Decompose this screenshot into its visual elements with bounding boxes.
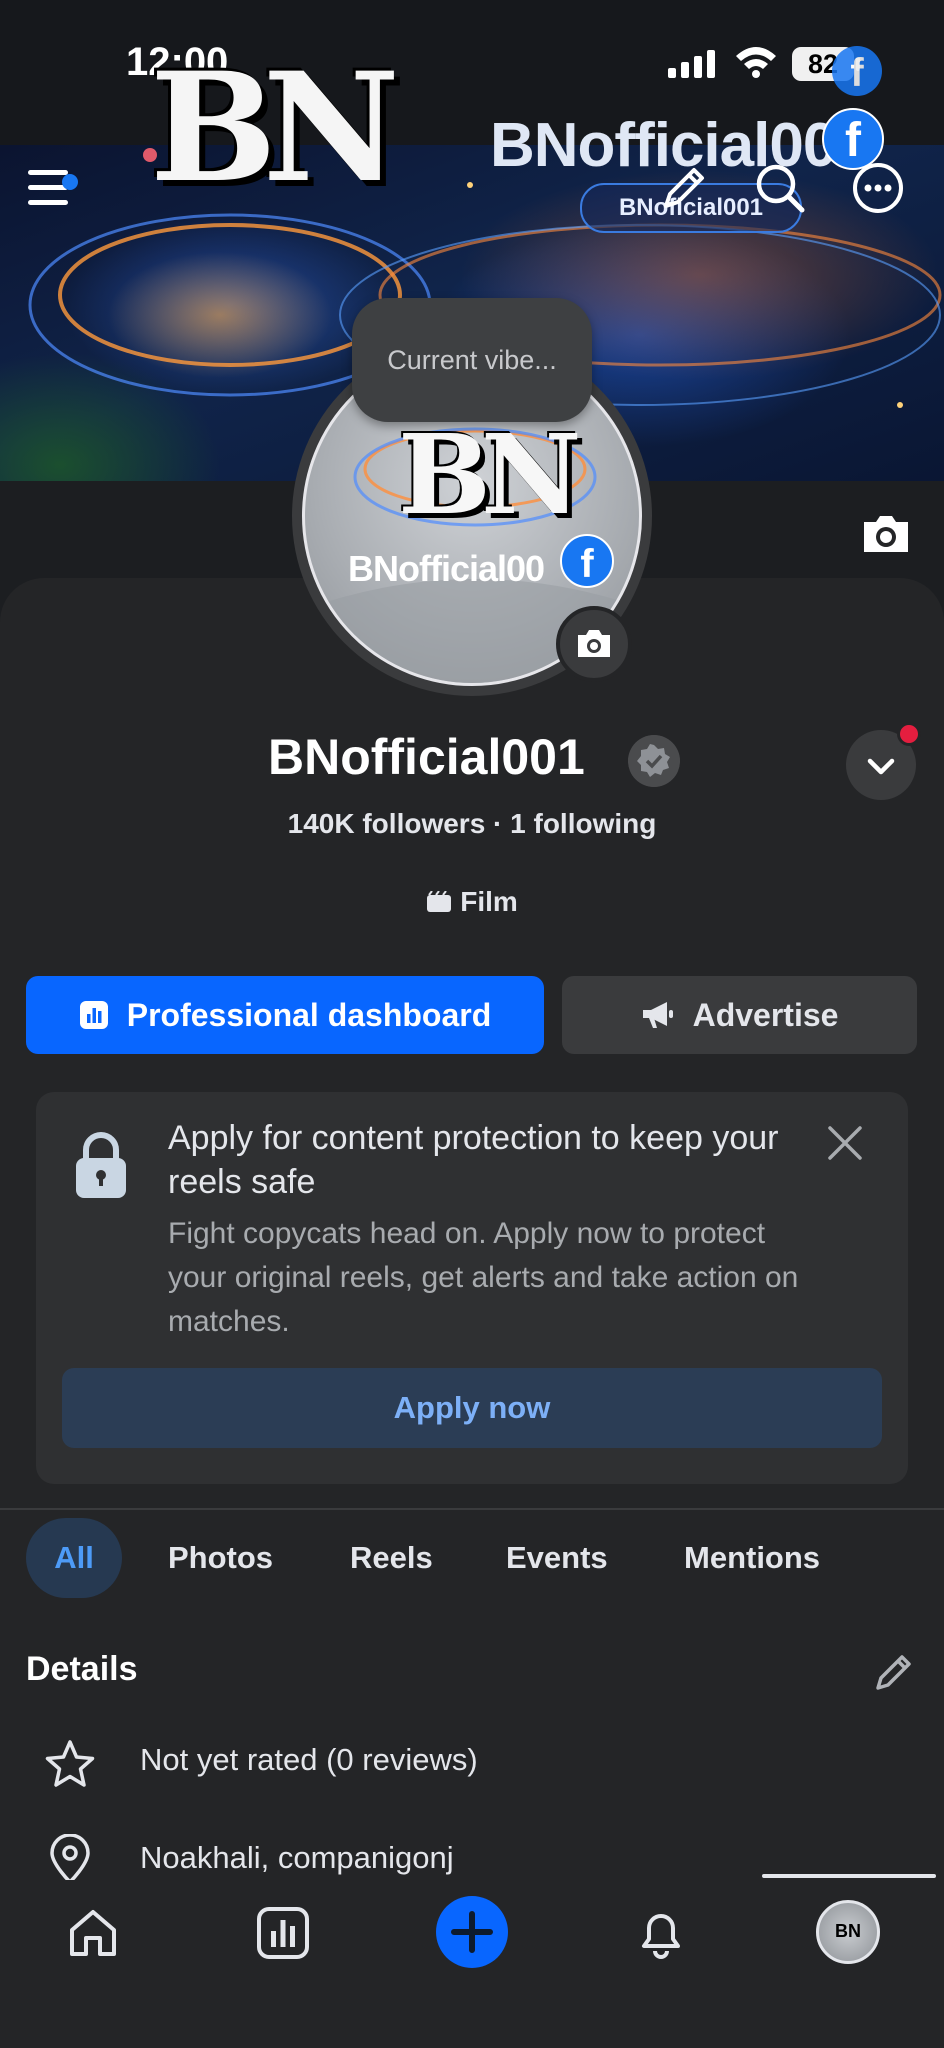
- content-protection-description: Fight copycats head on. Apply now to pro…: [168, 1217, 799, 1338]
- star-icon: [45, 1740, 95, 1787]
- dashboard-icon: [79, 1001, 108, 1029]
- verified-badge-icon[interactable]: [628, 735, 680, 787]
- cover-facebook-logo: f: [832, 46, 882, 96]
- apply-now-button[interactable]: Apply now: [62, 1368, 882, 1448]
- tab-all[interactable]: All: [26, 1518, 122, 1598]
- avatar-logo: BN: [398, 410, 582, 539]
- advertise-label: Advertise: [692, 996, 839, 1033]
- cover-logo: BN: [150, 40, 400, 216]
- camera-icon: [578, 630, 610, 657]
- bell-icon[interactable]: [632, 1904, 690, 1962]
- create-post-button[interactable]: [436, 1896, 508, 1968]
- details-heading: Details: [26, 1650, 138, 1688]
- menu-icon[interactable]: [24, 160, 80, 216]
- close-icon[interactable]: [822, 1120, 868, 1166]
- nav-active-indicator: [762, 1874, 936, 1878]
- more-options-icon[interactable]: [850, 160, 906, 216]
- professional-dashboard-label: Professional dashboard: [126, 996, 492, 1033]
- avatar-facebook-logo: f: [560, 534, 614, 588]
- location-pin-icon: [50, 1834, 90, 1885]
- section-divider: [0, 1508, 944, 1510]
- megaphone-icon: [642, 1002, 673, 1028]
- cover-camera-icon[interactable]: [858, 506, 914, 562]
- plus-icon: [451, 1911, 493, 1953]
- tab-events[interactable]: Events: [506, 1518, 608, 1598]
- lock-icon: [76, 1132, 126, 1198]
- cellular-signal-icon: [668, 50, 715, 78]
- page-title: BNofficial001: [268, 729, 585, 785]
- film-clapper-icon: [427, 890, 452, 912]
- search-icon[interactable]: [752, 160, 808, 216]
- tab-mentions[interactable]: Mentions: [684, 1518, 820, 1598]
- location-text: Noakhali, companigonj: [140, 1840, 454, 1875]
- tab-photos[interactable]: Photos: [168, 1518, 273, 1598]
- home-icon[interactable]: [64, 1904, 122, 1962]
- edit-pencil-icon[interactable]: [656, 160, 712, 216]
- rating-text: Not yet rated (0 reviews): [140, 1742, 478, 1777]
- followers-count[interactable]: 140K followers · 1 following: [0, 808, 944, 840]
- dashboard-nav-icon[interactable]: [254, 1904, 312, 1962]
- notification-dot: [897, 722, 921, 746]
- tab-reels[interactable]: Reels: [350, 1518, 433, 1598]
- edit-details-icon[interactable]: [872, 1650, 916, 1694]
- profile-nav-avatar[interactable]: BN: [816, 1900, 880, 1964]
- professional-dashboard-button[interactable]: Professional dashboard: [26, 976, 544, 1054]
- avatar-name-text: BNofficial00: [348, 548, 545, 589]
- page-category-label: Film: [460, 886, 518, 917]
- page-category: Film: [0, 886, 944, 918]
- avatar-camera-button[interactable]: [556, 606, 632, 682]
- wifi-icon: [736, 47, 776, 78]
- current-vibe-bubble[interactable]: Current vibe...: [352, 298, 592, 422]
- content-protection-title: Apply for content protection to keep you…: [168, 1119, 779, 1201]
- advertise-button[interactable]: Advertise: [562, 976, 917, 1054]
